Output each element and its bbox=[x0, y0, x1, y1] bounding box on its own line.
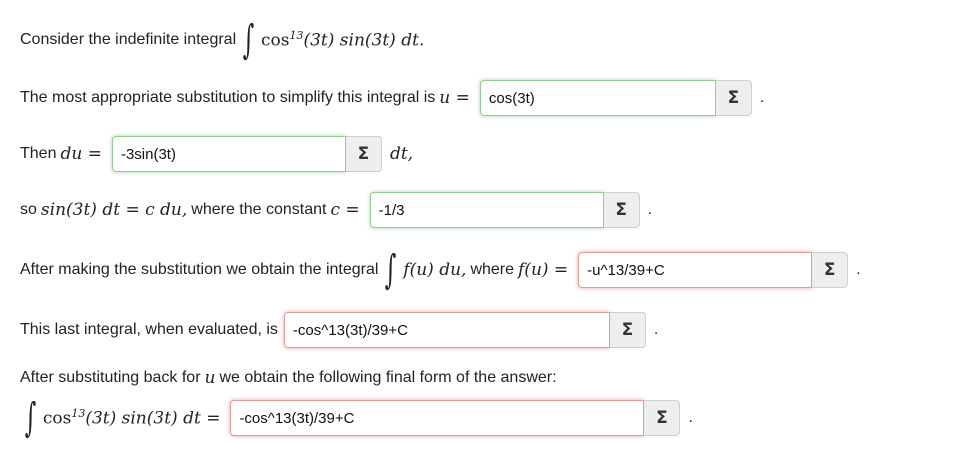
du-input[interactable] bbox=[111, 136, 346, 172]
evaluated-answer-field: Σ bbox=[283, 312, 646, 348]
substitution-result-label: After making the substitution we obtain … bbox=[20, 261, 379, 278]
du-answer-field: Σ bbox=[111, 136, 382, 172]
integral-sign: ∫ bbox=[242, 17, 255, 63]
question-integral: Consider the indefinite integral ∫ cos13… bbox=[20, 20, 428, 60]
evaluated-input[interactable] bbox=[283, 312, 610, 348]
dt-label: dt, bbox=[389, 144, 414, 164]
u-input[interactable] bbox=[479, 80, 716, 116]
fu-equals: f(u) = bbox=[518, 260, 569, 280]
u-answer-field: Σ bbox=[479, 80, 752, 116]
fu-input[interactable] bbox=[578, 252, 813, 288]
fu-answer-field: Σ bbox=[578, 252, 849, 288]
u-equals: u = bbox=[439, 88, 470, 108]
period: . bbox=[688, 409, 693, 426]
final-answer-row: ∫ cos13(3t) sin(3t) dt = Σ . bbox=[18, 398, 693, 438]
final-answer-field: Σ bbox=[230, 400, 681, 436]
substituted-integral-row: After making the substitution we obtain … bbox=[20, 250, 861, 290]
evaluated-label: This last integral, when evaluated, is bbox=[20, 321, 278, 338]
constant-label: where the constant bbox=[191, 201, 327, 218]
period: . bbox=[653, 321, 659, 338]
differential-relation: sin(3t) dt = c du, bbox=[40, 200, 188, 220]
sigma-icon[interactable]: Σ bbox=[609, 312, 646, 348]
sigma-icon[interactable]: Σ bbox=[345, 136, 382, 172]
period: . bbox=[856, 261, 861, 278]
then-label: Then bbox=[20, 145, 57, 162]
intro-text: Consider the indefinite integral bbox=[20, 31, 237, 48]
period: . bbox=[759, 89, 765, 106]
sigma-icon[interactable]: Σ bbox=[715, 80, 752, 116]
substituting-back-label: After substituting back for bbox=[20, 369, 201, 386]
final-input[interactable] bbox=[230, 400, 645, 436]
sigma-icon[interactable]: Σ bbox=[644, 400, 681, 436]
final-integrand: cos13(3t) sin(3t) dt = bbox=[42, 407, 221, 429]
final-form-label-row: After substituting back for u we obtain … bbox=[20, 368, 557, 388]
period: . bbox=[647, 201, 653, 218]
final-form-label: we obtain the following final form of th… bbox=[219, 369, 557, 386]
u-variable: u bbox=[204, 368, 216, 388]
constant-row: so sin(3t) dt = c du, where the constant… bbox=[20, 192, 652, 228]
so-label: so bbox=[20, 201, 37, 218]
sigma-icon[interactable]: Σ bbox=[812, 252, 849, 288]
sigma-icon[interactable]: Σ bbox=[603, 192, 640, 228]
du-equals: du = bbox=[60, 144, 102, 164]
evaluated-row: This last integral, when evaluated, is Σ… bbox=[20, 312, 658, 348]
substitution-row: The most appropriate substitution to sim… bbox=[20, 80, 764, 116]
integrand: cos13(3t) sin(3t) dt. bbox=[260, 29, 425, 51]
c-input[interactable] bbox=[369, 192, 604, 228]
c-equals: c = bbox=[330, 200, 360, 220]
c-answer-field: Σ bbox=[369, 192, 640, 228]
fu-du: f(u) du, bbox=[403, 260, 467, 280]
integral-sign: ∫ bbox=[24, 395, 37, 441]
where-label: where bbox=[470, 261, 515, 278]
du-row: Then du = Σ dt, bbox=[20, 136, 417, 172]
integral-sign: ∫ bbox=[385, 247, 397, 293]
substitution-label: The most appropriate substitution to sim… bbox=[20, 89, 436, 106]
